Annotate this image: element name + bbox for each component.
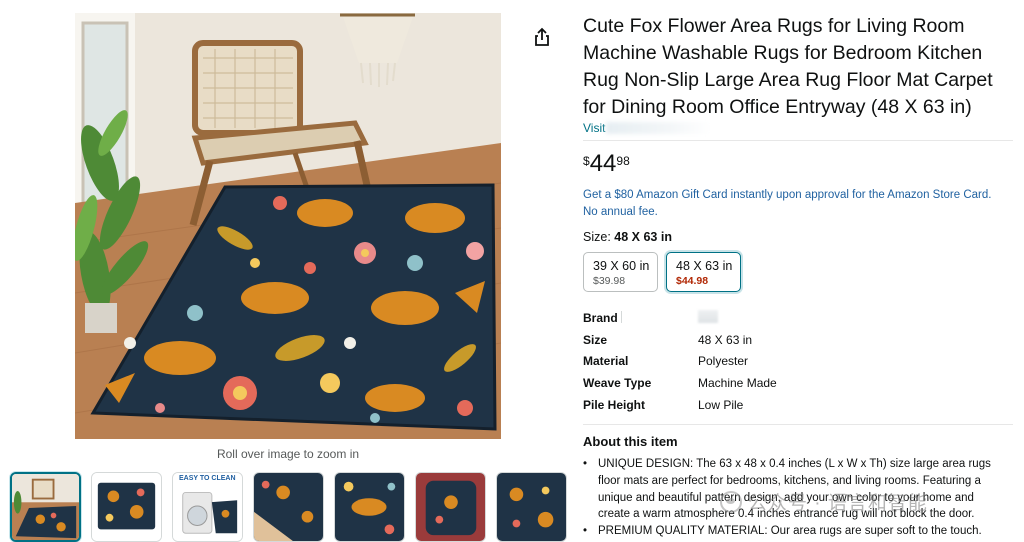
size-option-48x63[interactable]: 48 X 63 in $44.98 [666, 252, 741, 292]
size-option-label: 48 X 63 in [676, 259, 733, 273]
spec-key: Brand [583, 310, 618, 325]
spec-value [698, 309, 718, 326]
size-option-price: $39.98 [593, 275, 626, 287]
spec-key: Pile Height [583, 398, 646, 413]
list-item: • PREMIUM QUALITY MATERIAL: Our area rug… [583, 523, 1008, 540]
size-options: 39 X 60 in $39.98 48 X 63 in $44.98 [583, 252, 741, 292]
separator [621, 311, 622, 323]
list-item: • UNIQUE DESIGN: The 63 x 48 x 0.4 inche… [583, 456, 1008, 523]
size-selector-label: Size: 48 X 63 in [583, 230, 672, 244]
thumbnail-strip: EASY TO CLEAN [10, 472, 567, 542]
thumbnail-2[interactable] [91, 472, 162, 542]
spec-row-size: Size 48 X 63 in [583, 329, 1008, 351]
spec-row-weave-type: Weave Type Machine Made [583, 372, 1008, 394]
thumbnail-6[interactable] [415, 472, 486, 542]
spec-value: 48 X 63 in [698, 332, 753, 347]
price-fraction: 98 [616, 154, 630, 168]
size-selected-value: 48 X 63 in [614, 230, 672, 244]
spec-key: Material [583, 354, 629, 369]
spec-value: Low Pile [698, 398, 744, 413]
price-whole: 44 [589, 150, 617, 177]
product-title: Cute Fox Flower Area Rugs for Living Roo… [583, 15, 993, 118]
divider [583, 424, 1013, 425]
spec-value: Polyester [698, 354, 749, 369]
thumbnail-3[interactable]: EASY TO CLEAN [172, 472, 243, 542]
about-bullets: • UNIQUE DESIGN: The 63 x 48 x 0.4 inche… [583, 456, 1008, 540]
main-product-image[interactable] [75, 13, 501, 439]
thumbnail-badge: EASY TO CLEAN [179, 475, 236, 482]
zoom-hint: Roll over image to zoom in [216, 447, 360, 461]
divider [583, 140, 1013, 141]
spec-key: Size [583, 332, 608, 347]
size-option-label: 39 X 60 in [593, 259, 650, 273]
spec-row-material: Material Polyester [583, 351, 1008, 373]
bullet-text: UNIQUE DESIGN: The 63 x 48 x 0.4 inches … [598, 458, 991, 521]
thumbnail-7[interactable] [496, 472, 567, 542]
brand-redacted [698, 309, 718, 323]
store-name-redacted [606, 122, 710, 134]
product-specs-table: Brand Size 48 X 63 in Material Polyester… [583, 307, 1008, 416]
share-icon[interactable] [531, 26, 553, 48]
thumbnail-4[interactable] [253, 472, 324, 542]
size-option-39x60[interactable]: 39 X 60 in $39.98 [583, 252, 658, 292]
spec-row-brand: Brand [583, 307, 1008, 329]
rug-room-photo [75, 13, 501, 439]
spec-key: Weave Type [583, 376, 652, 391]
bullet-dot: • [583, 525, 588, 538]
bullet-text: PREMIUM QUALITY MATERIAL: Our area rugs … [598, 525, 982, 538]
size-label: Size: [583, 230, 611, 244]
product-price: $ 44 98 [583, 150, 630, 178]
thumbnail-5[interactable] [334, 472, 405, 542]
about-section-title: About this item [583, 434, 678, 449]
spec-value: Machine Made [698, 376, 777, 391]
visit-store-link[interactable]: Visit [583, 121, 605, 135]
spec-row-pile-height: Pile Height Low Pile [583, 394, 1008, 416]
thumbnail-1[interactable] [10, 472, 81, 542]
price-symbol: $ [583, 154, 590, 168]
bullet-dot: • [583, 458, 588, 470]
size-option-price: $44.98 [676, 275, 709, 287]
store-card-promo[interactable]: Get a $80 Amazon Gift Card instantly upo… [583, 187, 1008, 221]
